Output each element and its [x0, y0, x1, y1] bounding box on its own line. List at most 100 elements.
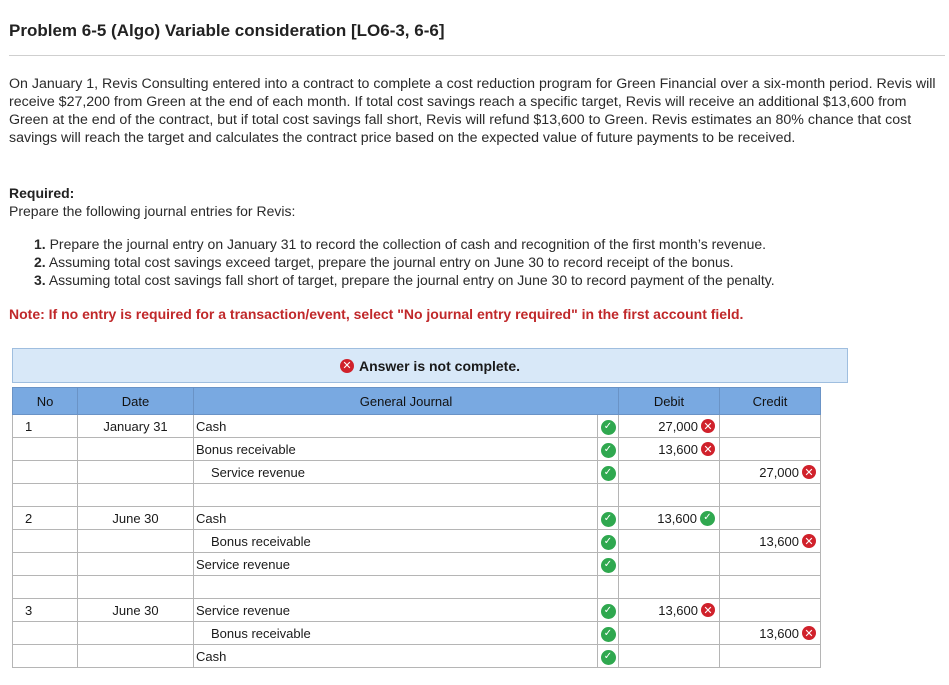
account-cell[interactable]: Service revenue: [193, 598, 598, 622]
entry-number: 2: [12, 506, 78, 530]
debit-cell[interactable]: 27,000 ✕: [618, 414, 720, 438]
debit-amount: 13,600: [658, 602, 698, 618]
credit-cell[interactable]: [719, 437, 821, 461]
account-cell[interactable]: Bonus receivable: [193, 437, 598, 461]
account-cell[interactable]: Cash: [193, 506, 598, 530]
problem-intro: On January 1, Revis Consulting entered i…: [9, 76, 936, 146]
title-divider: [9, 55, 945, 56]
entry-date-cell[interactable]: [77, 621, 194, 645]
entry-date-cell[interactable]: [77, 437, 194, 461]
credit-cell[interactable]: [719, 644, 821, 668]
journal-row: Bonus receivable ✓ 13,600 ✕: [12, 437, 821, 461]
spacer-cell: [77, 575, 194, 599]
credit-amount: 27,000: [759, 464, 799, 480]
spacer-cell: [597, 575, 619, 599]
check-icon: ✓: [600, 649, 616, 665]
account-cell[interactable]: Service revenue: [193, 552, 598, 576]
account-status-cell: ✓: [597, 644, 619, 668]
answer-status-banner: ✕ Answer is not complete.: [12, 348, 848, 383]
debit-cell[interactable]: [618, 460, 720, 484]
x-icon: ✕: [802, 534, 816, 548]
credit-cell[interactable]: [719, 598, 821, 622]
account-status-cell: ✓: [597, 506, 619, 530]
journal-header-row: No Date General Journal Debit Credit: [12, 387, 821, 415]
account-name: Cash: [196, 418, 227, 434]
debit-cell[interactable]: 13,600 ✕: [618, 598, 720, 622]
entry-number: [12, 437, 78, 461]
entry-date-cell[interactable]: [77, 529, 194, 553]
spacer-cell: [12, 575, 78, 599]
spacer-row: [12, 483, 821, 507]
spacer-cell: [618, 483, 720, 507]
debit-cell[interactable]: [618, 644, 720, 668]
journal-row: 1 January 31 Cash ✓ 27,000 ✕: [12, 414, 821, 438]
debit-amount: 27,000: [658, 418, 698, 434]
account-cell[interactable]: Bonus receivable: [193, 529, 598, 553]
required-label: Required:: [9, 185, 75, 201]
account-cell[interactable]: Bonus receivable: [193, 621, 598, 645]
debit-amount-wrap: 27,000 ✕: [619, 419, 719, 434]
entry-number: 3: [12, 598, 78, 622]
x-icon: ✕: [701, 603, 715, 617]
entry-number: [12, 552, 78, 576]
spacer-cell: [193, 483, 598, 507]
check-icon: ✓: [600, 603, 616, 619]
entry-date-cell[interactable]: [77, 460, 194, 484]
credit-amount-wrap: 13,600 ✕: [720, 534, 820, 549]
entry-number: 1: [12, 414, 78, 438]
journal-row: Bonus receivable ✓ 13,600 ✕: [12, 621, 821, 645]
account-cell[interactable]: Cash: [193, 644, 598, 668]
journal-row: Service revenue ✓: [12, 552, 821, 576]
required-text: Prepare the following journal entries fo…: [9, 203, 296, 219]
spacer-cell: [77, 483, 194, 507]
requirement-2: 2. Assuming total cost savings exceed ta…: [34, 254, 734, 270]
credit-cell[interactable]: [719, 552, 821, 576]
debit-amount-wrap: 13,600 ✕: [619, 603, 719, 618]
check-icon: ✓: [600, 419, 616, 435]
header-credit: Credit: [719, 387, 821, 415]
credit-cell[interactable]: [719, 414, 821, 438]
credit-cell[interactable]: 13,600 ✕: [719, 621, 821, 645]
credit-cell[interactable]: [719, 506, 821, 530]
credit-amount-wrap: 13,600 ✕: [720, 626, 820, 641]
header-general-journal: General Journal: [193, 387, 619, 415]
requirement-1: 1. Prepare the journal entry on January …: [34, 236, 767, 252]
entry-date-cell[interactable]: January 31: [77, 414, 194, 438]
entry-date-cell[interactable]: June 30: [77, 598, 194, 622]
check-icon: ✓: [700, 510, 715, 526]
credit-cell[interactable]: 13,600 ✕: [719, 529, 821, 553]
account-cell[interactable]: Service revenue: [193, 460, 598, 484]
entry-date-cell[interactable]: June 30: [77, 506, 194, 530]
entry-number: [12, 460, 78, 484]
check-icon: ✓: [600, 511, 616, 527]
instruction-note: Note: If no entry is required for a tran…: [9, 306, 744, 322]
account-status-cell: ✓: [597, 460, 619, 484]
account-name: Service revenue: [196, 556, 290, 572]
account-name: Service revenue: [196, 602, 290, 618]
credit-cell[interactable]: 27,000 ✕: [719, 460, 821, 484]
header-no: No: [12, 387, 78, 415]
entry-date-cell[interactable]: [77, 552, 194, 576]
check-icon: ✓: [600, 534, 616, 550]
check-icon: ✓: [600, 626, 616, 642]
entry-number: [12, 644, 78, 668]
debit-cell[interactable]: 13,600 ✓: [618, 506, 720, 530]
entry-number: [12, 621, 78, 645]
check-icon: ✓: [600, 442, 616, 458]
entry-date-cell[interactable]: [77, 644, 194, 668]
credit-amount: 13,600: [759, 625, 799, 641]
debit-cell[interactable]: [618, 621, 720, 645]
debit-cell[interactable]: 13,600 ✕: [618, 437, 720, 461]
x-icon: ✕: [701, 442, 715, 456]
credit-amount: 13,600: [759, 533, 799, 549]
spacer-cell: [597, 483, 619, 507]
account-cell[interactable]: Cash: [193, 414, 598, 438]
spacer-cell: [618, 575, 720, 599]
spacer-row: [12, 575, 821, 599]
debit-amount: 13,600: [658, 441, 698, 457]
account-status-cell: ✓: [597, 621, 619, 645]
debit-cell[interactable]: [618, 529, 720, 553]
spacer-cell: [719, 575, 821, 599]
debit-cell[interactable]: [618, 552, 720, 576]
requirements-list: 1. Prepare the journal entry on January …: [34, 235, 775, 289]
